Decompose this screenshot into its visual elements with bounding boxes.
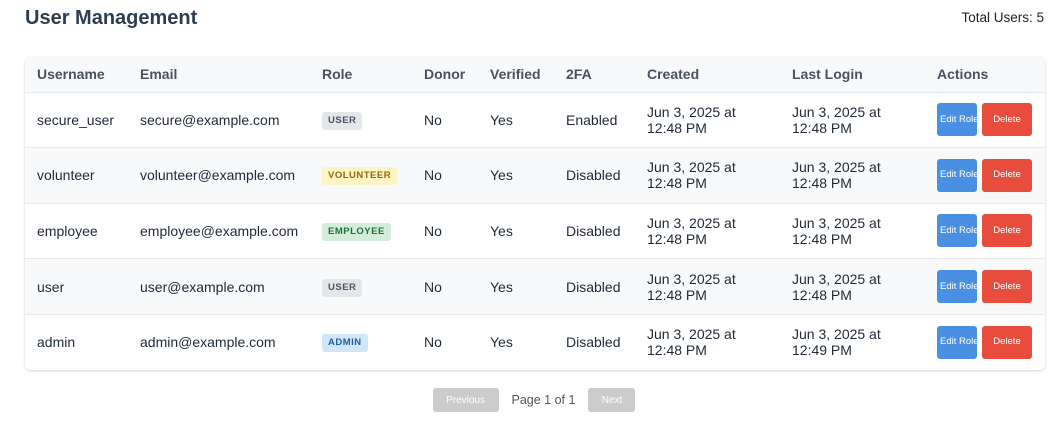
- cell-created: Jun 3, 2025 at 12:48 PM: [647, 103, 736, 136]
- cell-donor: No: [424, 278, 442, 295]
- header-verified: Verified: [478, 57, 554, 93]
- cell-actions: Edit Role Delete: [925, 259, 1045, 315]
- delete-user-button[interactable]: Delete: [982, 325, 1032, 359]
- table-row: volunteer volunteer@example.com VOLUNTEE…: [25, 147, 1045, 204]
- cell-donor: No: [424, 222, 442, 239]
- cell-actions: Edit Role Delete: [925, 203, 1045, 259]
- delete-user-button[interactable]: Delete: [982, 158, 1032, 192]
- cell-username: admin: [37, 334, 76, 351]
- delete-user-button[interactable]: Delete: [982, 270, 1032, 304]
- pagination: Previous Page 1 of 1 Next: [0, 388, 1058, 412]
- header-created: Created: [635, 57, 780, 93]
- cell-verified: Yes: [490, 222, 513, 239]
- cell-username: employee: [37, 222, 98, 239]
- role-badge: EMPLOYEE: [322, 222, 391, 241]
- page-info: Page 1 of 1: [511, 393, 576, 407]
- header-username: Username: [25, 57, 128, 93]
- table-row: secure_user secure@example.com USER No Y…: [25, 92, 1045, 148]
- header-2fa: 2FA: [554, 57, 635, 93]
- cell-verified: Yes: [490, 111, 513, 128]
- cell-2fa: Disabled: [566, 222, 621, 239]
- cell-last-login: Jun 3, 2025 at 12:48 PM: [792, 159, 881, 192]
- cell-created: Jun 3, 2025 at 12:48 PM: [647, 270, 736, 303]
- cell-2fa: Disabled: [566, 278, 621, 295]
- cell-donor: No: [424, 111, 442, 128]
- table-row: employee employee@example.com EMPLOYEE N…: [25, 203, 1045, 259]
- cell-actions: Edit Role Delete: [925, 314, 1045, 370]
- users-table: Username Email Role Donor Verified 2FA C…: [25, 57, 1045, 370]
- cell-email: secure@example.com: [140, 111, 280, 128]
- table-row: admin admin@example.com ADMIN No Yes Dis…: [25, 314, 1045, 370]
- total-users-count: Total Users: 5: [961, 10, 1044, 25]
- edit-role-button[interactable]: Edit Role: [937, 158, 979, 192]
- cell-email: volunteer@example.com: [140, 167, 296, 184]
- cell-last-login: Jun 3, 2025 at 12:48 PM: [792, 270, 881, 303]
- cell-created: Jun 3, 2025 at 12:48 PM: [647, 159, 736, 192]
- cell-last-login: Jun 3, 2025 at 12:48 PM: [792, 103, 881, 136]
- cell-email: user@example.com: [140, 278, 265, 295]
- header-donor: Donor: [412, 57, 478, 93]
- header-role: Role: [310, 57, 412, 93]
- cell-email: employee@example.com: [140, 222, 299, 239]
- cell-created: Jun 3, 2025 at 12:48 PM: [647, 326, 736, 359]
- cell-2fa: Disabled: [566, 167, 621, 184]
- cell-last-login: Jun 3, 2025 at 12:49 PM: [792, 326, 881, 359]
- cell-last-login: Jun 3, 2025 at 12:48 PM: [792, 214, 881, 247]
- delete-user-button[interactable]: Delete: [982, 214, 1032, 248]
- edit-role-button[interactable]: Edit Role: [937, 325, 979, 359]
- cell-2fa: Disabled: [566, 334, 621, 351]
- edit-role-button[interactable]: Edit Role: [937, 214, 979, 248]
- cell-role: EMPLOYEE: [310, 203, 412, 259]
- cell-verified: Yes: [490, 334, 513, 351]
- cell-role: VOLUNTEER: [310, 148, 412, 204]
- header-email: Email: [128, 57, 310, 93]
- cell-created: Jun 3, 2025 at 12:48 PM: [647, 214, 736, 247]
- cell-verified: Yes: [490, 278, 513, 295]
- delete-user-button[interactable]: Delete: [982, 103, 1032, 137]
- cell-verified: Yes: [490, 167, 513, 184]
- edit-role-button[interactable]: Edit Role: [937, 270, 979, 304]
- role-badge: ADMIN: [322, 334, 368, 353]
- cell-donor: No: [424, 167, 442, 184]
- next-page-button[interactable]: Next: [588, 388, 636, 412]
- edit-role-button[interactable]: Edit Role: [937, 103, 979, 137]
- role-badge: VOLUNTEER: [322, 167, 398, 186]
- cell-donor: No: [424, 334, 442, 351]
- cell-role: USER: [310, 92, 412, 148]
- cell-username: secure_user: [37, 111, 115, 128]
- role-badge: USER: [322, 111, 363, 130]
- cell-role: ADMIN: [310, 314, 412, 370]
- cell-username: volunteer: [37, 167, 95, 184]
- header-actions: Actions: [925, 57, 1045, 93]
- cell-email: admin@example.com: [140, 334, 276, 351]
- cell-actions: Edit Role Delete: [925, 148, 1045, 204]
- cell-actions: Edit Role Delete: [925, 92, 1045, 148]
- table-header-row: Username Email Role Donor Verified 2FA C…: [25, 57, 1045, 93]
- page-title: User Management: [25, 7, 198, 29]
- cell-role: USER: [310, 259, 412, 315]
- header-last-login: Last Login: [780, 57, 925, 93]
- users-table-card: Username Email Role Donor Verified 2FA C…: [25, 57, 1045, 370]
- cell-2fa: Enabled: [566, 111, 618, 128]
- role-badge: USER: [322, 278, 363, 297]
- previous-page-button[interactable]: Previous: [432, 388, 499, 412]
- cell-username: user: [37, 278, 65, 295]
- table-row: user user@example.com USER No Yes Disabl…: [25, 258, 1045, 315]
